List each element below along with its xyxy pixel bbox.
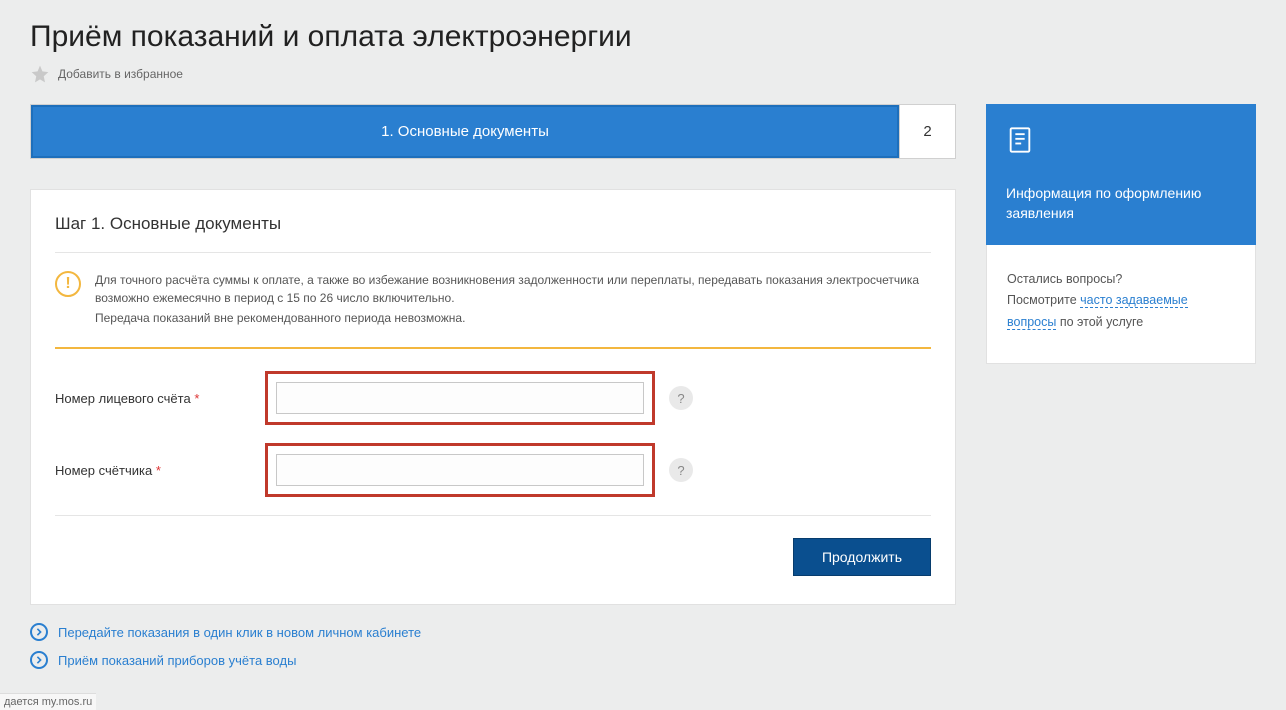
quick-link-water-meters[interactable]: Приём показаний приборов учёта воды	[58, 653, 296, 668]
account-number-input[interactable]	[276, 382, 644, 414]
status-bar: дается my.mos.ru	[0, 693, 96, 710]
sidebar-info-header: Информация по оформлению заявления	[986, 104, 1256, 245]
arrow-right-icon	[30, 623, 48, 641]
account-number-label: Номер лицевого счёта *	[55, 391, 265, 406]
step-1-tab[interactable]: 1. Основные документы	[31, 105, 899, 158]
notice-line-1: Для точного расчёта суммы к оплате, а та…	[95, 271, 931, 307]
help-icon[interactable]: ?	[669, 458, 693, 482]
account-input-highlight	[265, 371, 655, 425]
help-icon[interactable]: ?	[669, 386, 693, 410]
add-to-favorites[interactable]: Добавить в избранное	[30, 64, 1256, 84]
notice-text: Для точного расчёта суммы к оплате, а та…	[95, 271, 931, 329]
meter-input-highlight	[265, 443, 655, 497]
meter-number-input[interactable]	[276, 454, 644, 486]
sidebar-info-body: Остались вопросы? Посмотрите часто задав…	[986, 245, 1256, 364]
notice-box: ! Для точного расчёта суммы к оплате, а …	[55, 271, 931, 349]
sidebar-info-title: Информация по оформлению заявления	[1006, 184, 1236, 223]
step-2-tab[interactable]: 2	[899, 105, 955, 158]
star-icon	[30, 64, 50, 84]
favorite-label: Добавить в избранное	[58, 67, 183, 81]
arrow-right-icon	[30, 651, 48, 669]
continue-button[interactable]: Продолжить	[793, 538, 931, 576]
divider	[55, 515, 931, 516]
faq-prefix: Посмотрите	[1007, 293, 1080, 307]
warning-icon: !	[55, 271, 81, 297]
meter-number-label: Номер счётчика *	[55, 463, 265, 478]
form-card: Шаг 1. Основные документы ! Для точного …	[30, 189, 956, 605]
step-heading: Шаг 1. Основные документы	[55, 214, 931, 253]
page-title: Приём показаний и оплата электроэнергии	[30, 20, 1256, 54]
quick-link-new-cabinet[interactable]: Передайте показания в один клик в новом …	[58, 625, 421, 640]
quick-links: Передайте показания в один клик в новом …	[30, 623, 956, 669]
sidebar-question-label: Остались вопросы?	[1007, 269, 1235, 290]
faq-suffix: по этой услуге	[1056, 315, 1143, 329]
document-icon	[1006, 126, 1034, 154]
notice-line-2: Передача показаний вне рекомендованного …	[95, 309, 931, 327]
stepper: 1. Основные документы 2	[30, 104, 956, 159]
